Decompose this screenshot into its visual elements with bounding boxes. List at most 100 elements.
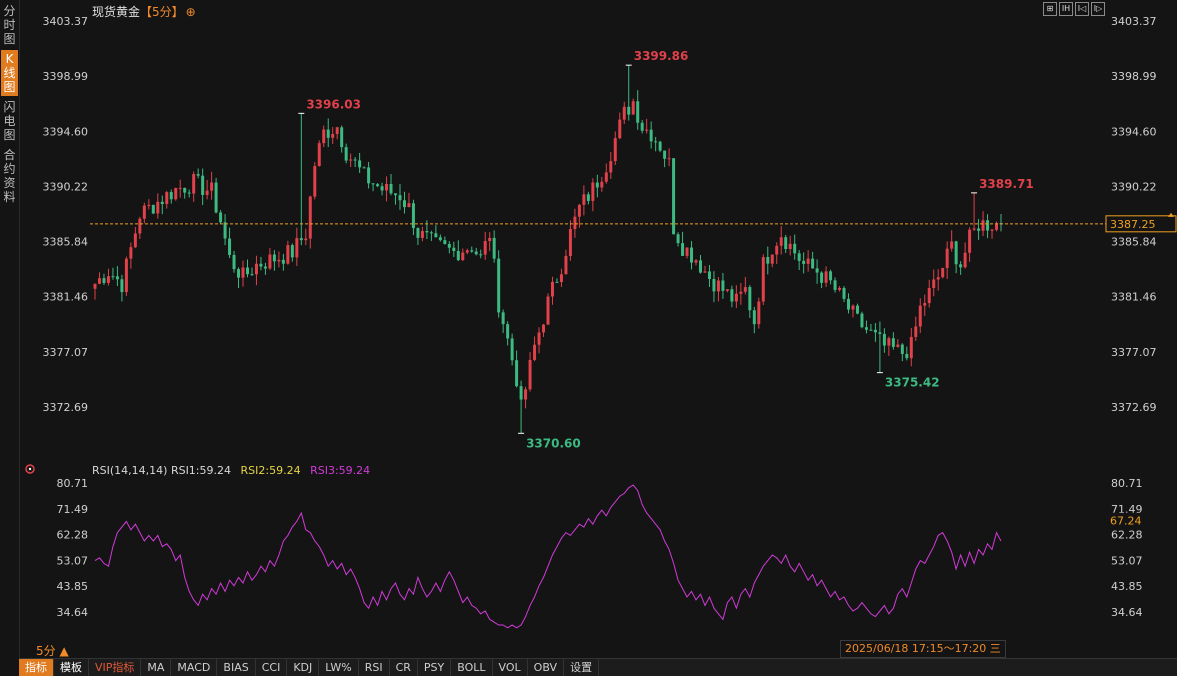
candle-body <box>604 172 608 182</box>
candle-body <box>918 305 922 327</box>
candle-body <box>766 257 770 264</box>
tab-boll[interactable]: BOLL <box>451 659 493 676</box>
tab-rsi[interactable]: RSI <box>359 659 390 676</box>
window-buttons: ⊞ IH I◁ I▷ <box>1043 2 1105 16</box>
candle-body <box>627 106 631 115</box>
candle-body <box>474 251 478 255</box>
candle-body <box>654 141 658 143</box>
candle-body <box>537 332 541 345</box>
candle-body <box>793 243 797 254</box>
candle-body <box>649 129 653 142</box>
step-forward-icon[interactable]: I▷ <box>1091 2 1105 16</box>
tab-bias[interactable]: BIAS <box>217 659 256 676</box>
candle-body <box>380 186 384 191</box>
tab-cci[interactable]: CCI <box>256 659 288 676</box>
candle-body <box>201 175 205 195</box>
candle-body <box>909 336 913 359</box>
period-selector[interactable]: 5分 ▲ <box>36 642 69 659</box>
candle-body <box>313 166 317 197</box>
tab-kdj[interactable]: KDJ <box>287 659 320 676</box>
tab-ma[interactable]: MA <box>141 659 172 676</box>
candle-body <box>398 195 402 201</box>
candle-body <box>622 106 626 120</box>
candle-body <box>497 258 501 313</box>
candle-body <box>734 293 738 302</box>
candle-body <box>295 238 299 258</box>
candle-body <box>174 187 178 200</box>
candle-body <box>672 158 676 235</box>
candle-body <box>716 280 720 292</box>
candle-body <box>914 326 918 337</box>
candle-body <box>770 254 774 264</box>
candle-body <box>667 158 671 160</box>
candle-body <box>658 141 662 151</box>
candle-body <box>663 150 667 159</box>
candle-body <box>254 263 258 275</box>
candle-body <box>483 241 487 255</box>
tab-lw[interactable]: LW% <box>319 659 359 676</box>
candle-body <box>559 274 563 283</box>
candle-body <box>878 332 882 334</box>
candle-body <box>183 187 187 193</box>
rsi-tick-left: 34.64 <box>57 606 89 619</box>
candle-body <box>986 220 990 231</box>
y-tick-right: 3385.84 <box>1111 236 1157 249</box>
candle-body <box>815 268 819 273</box>
maximize-icon[interactable]: ⊞ <box>1043 2 1057 16</box>
candle-body <box>120 279 124 293</box>
tab-psy[interactable]: PSY <box>418 659 452 676</box>
candle-body <box>748 287 752 311</box>
candle-body <box>492 237 496 259</box>
candle-body <box>788 243 792 250</box>
candle-body <box>488 237 492 242</box>
tab-templates[interactable]: 模板 <box>54 659 89 676</box>
tab-vol[interactable]: VOL <box>493 659 528 676</box>
rsi-legend: RSI(14,14,14) RSI1:59.24 RSI2:59.24 RSI3… <box>92 464 370 477</box>
candle-body <box>443 240 447 244</box>
tab-cr[interactable]: CR <box>390 659 418 676</box>
kline-chart[interactable]: 3403.37 3403.37 3398.99 3398.99 3394.60 3394.… <box>0 0 1177 675</box>
candle-body <box>353 159 357 161</box>
candle-body <box>479 254 483 256</box>
y-tick-left: 3385.84 <box>43 236 89 249</box>
candle-body <box>317 143 321 167</box>
annotation-label: 3389.71 <box>979 177 1034 191</box>
candle-body <box>506 324 510 339</box>
candle-body <box>111 276 115 278</box>
rsi-tick-left: 62.28 <box>57 529 89 542</box>
y-tick-right: 3372.69 <box>1111 401 1157 414</box>
y-tick-right: 3394.60 <box>1111 125 1157 138</box>
candle-body <box>833 280 837 290</box>
tab-macd[interactable]: MACD <box>171 659 218 676</box>
tab-obv[interactable]: OBV <box>528 659 565 676</box>
step-back-icon[interactable]: I◁ <box>1075 2 1089 16</box>
candle-body <box>250 274 254 276</box>
first-bar-icon[interactable]: IH <box>1059 2 1073 16</box>
candle-body <box>936 277 940 280</box>
candle-body <box>385 183 389 191</box>
tab-settings[interactable]: 设置 <box>564 659 600 676</box>
candle-body <box>829 271 833 281</box>
y-tick-left: 3377.07 <box>43 346 89 359</box>
y-tick-left: 3390.22 <box>43 180 89 193</box>
candle-body <box>905 353 909 359</box>
rsi-params: RSI(14,14,14) <box>92 464 168 477</box>
tab-indicators[interactable]: 指标 <box>19 659 54 676</box>
candle-body <box>402 200 406 208</box>
candle-body <box>707 271 711 280</box>
y-tick-right: 3398.99 <box>1111 70 1157 83</box>
candle-body <box>546 296 550 325</box>
candle-body <box>277 259 281 262</box>
candle-body <box>941 267 945 278</box>
rsi-tick-left: 53.07 <box>57 554 89 567</box>
candle-body <box>142 205 146 219</box>
candle-body <box>106 276 110 283</box>
plus-circle-icon[interactable]: ⊕ <box>186 5 196 19</box>
annotation-label: 3375.42 <box>885 376 940 390</box>
candle-body <box>851 305 855 310</box>
rsi-tick-right: 62.28 <box>1111 529 1143 542</box>
candle-body <box>151 204 155 214</box>
tab-vip-indicators[interactable]: VIP指标 <box>89 659 142 676</box>
candle-body <box>900 344 904 354</box>
candle-body <box>685 247 689 256</box>
